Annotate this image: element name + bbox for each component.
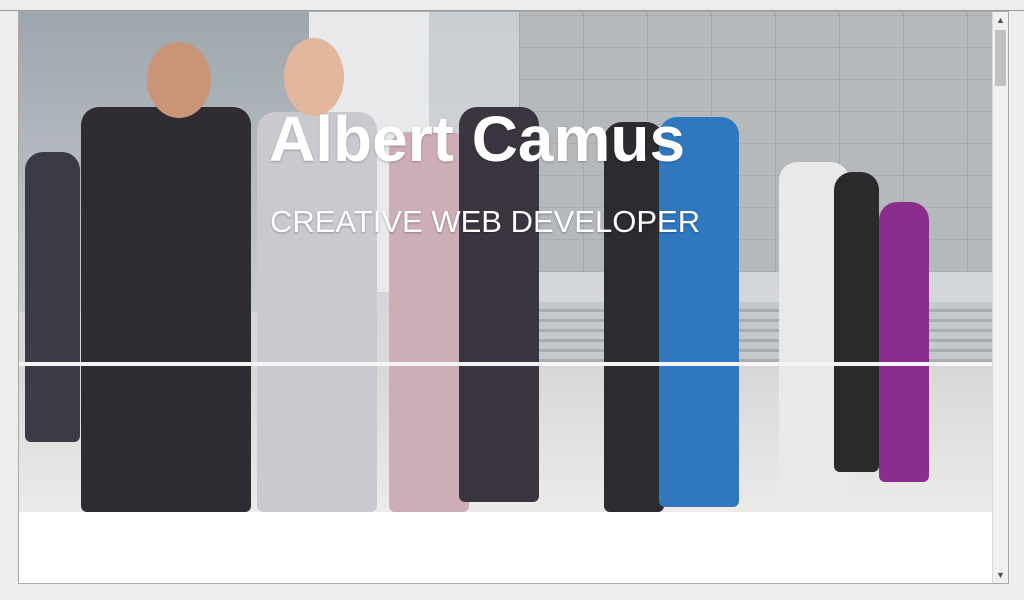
scroll-thumb[interactable] — [995, 30, 1006, 86]
person-businessman — [81, 107, 251, 512]
hero-banner: Albert Camus CREATIVE WEB DEVELOPER — [19, 12, 993, 512]
person-purple-walker — [879, 202, 929, 482]
person-backpack-walker — [389, 132, 469, 512]
hero-image-seam — [19, 362, 993, 366]
scroll-up-icon[interactable]: ▲ — [993, 12, 1008, 28]
person-suit-walker — [834, 172, 879, 472]
vertical-scrollbar[interactable]: ▲ ▼ — [992, 12, 1008, 583]
person-left-crowd — [25, 152, 80, 442]
person-blue-walker — [659, 117, 739, 507]
person-businessman-head — [147, 42, 211, 118]
person-dark-walker — [604, 122, 664, 512]
scroll-down-icon[interactable]: ▼ — [993, 567, 1008, 583]
browser-viewport: Albert Camus CREATIVE WEB DEVELOPER ▲ ▼ — [18, 11, 1009, 584]
hero-subtitle: CREATIVE WEB DEVELOPER — [270, 204, 701, 239]
hero-title: Albert Camus — [269, 103, 686, 175]
